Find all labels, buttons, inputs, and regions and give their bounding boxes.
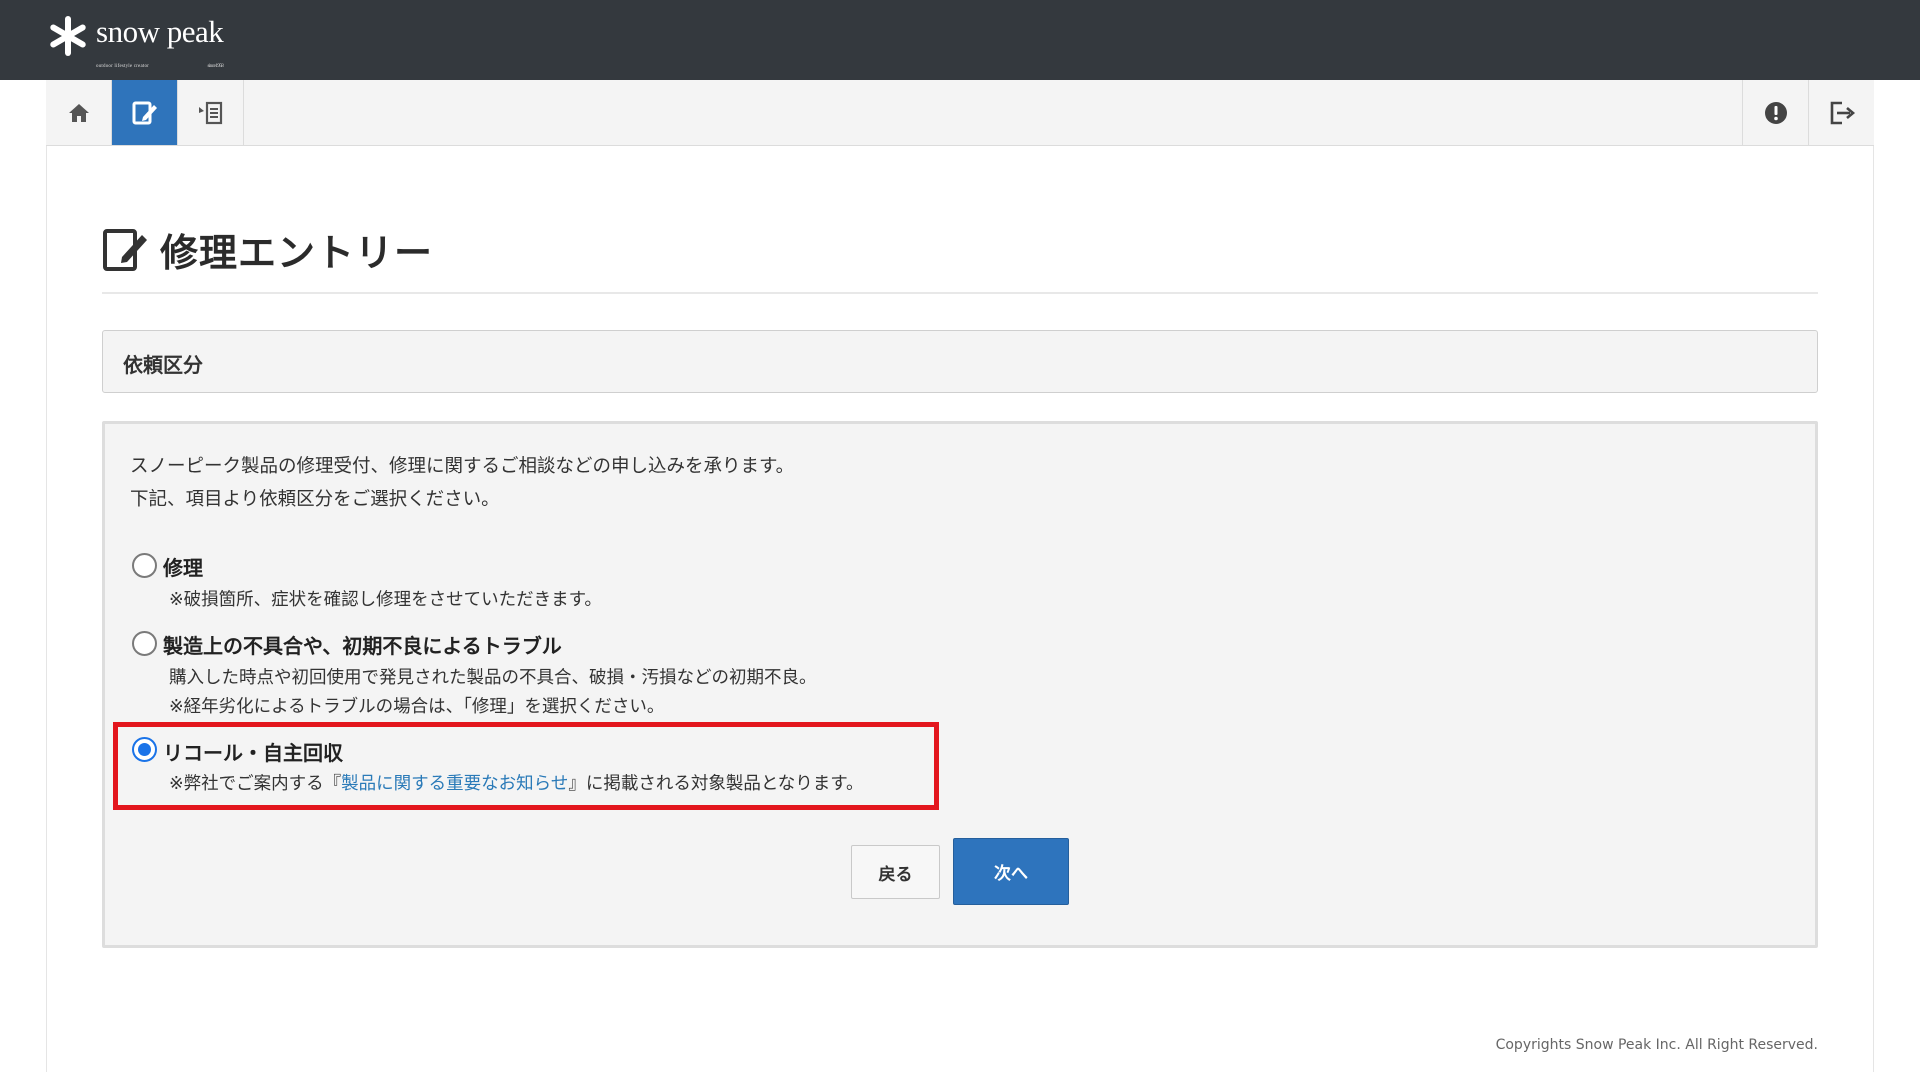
logout-icon xyxy=(1830,101,1855,124)
edit-entry-icon xyxy=(132,101,157,124)
copyright-text: Copyrights Snow Peak Inc. All Right Rese… xyxy=(1495,1037,1818,1053)
recall-desc-prefix: ※弊社でご案内する『 xyxy=(169,774,342,794)
page-heading: 修理エントリー xyxy=(102,222,433,277)
home-icon xyxy=(68,103,89,122)
logo-tagline: outdoor lifestyle creator xyxy=(96,64,150,69)
important-notice-link[interactable]: 製品に関する重要なお知らせ xyxy=(341,774,568,794)
alert-icon xyxy=(1764,101,1787,124)
radio-recall[interactable] xyxy=(132,737,157,762)
option-label-repair[interactable]: 修理 xyxy=(163,552,203,581)
radio-defect[interactable] xyxy=(132,631,157,656)
option-desc-repair: ※破損箇所、症状を確認し修理をさせていただきます。 xyxy=(169,590,602,610)
edit-entry-icon xyxy=(103,228,147,271)
option-desc-defect-1: 購入した時点や初回使用で発見された製品の不具合、破損・汚損などの初期不良。 xyxy=(169,668,817,688)
intro-line-2: 下記、項目より依頼区分をご選択ください。 xyxy=(130,489,500,510)
radio-repair[interactable] xyxy=(132,553,157,578)
snowflake-logo-icon xyxy=(48,16,88,56)
repair-entry-button[interactable] xyxy=(112,80,178,145)
list-entry-icon xyxy=(198,101,222,124)
recall-desc-suffix: 』に掲載される対象製品となります。 xyxy=(568,774,864,794)
home-button[interactable] xyxy=(46,80,112,145)
snow-peak-logo[interactable]: snow peak outdoor lifestyle creator sinc… xyxy=(48,14,224,69)
option-desc-defect-2: ※経年劣化によるトラブルの場合は、「修理」を選択ください。 xyxy=(169,697,665,717)
logo-text: snow peak xyxy=(96,14,224,49)
title-divider xyxy=(102,292,1818,294)
logo-since: since1958 xyxy=(207,64,224,69)
entry-list-button[interactable] xyxy=(178,80,244,145)
back-button[interactable]: 戻る xyxy=(851,845,940,899)
intro-line-1: スノーピーク製品の修理受付、修理に関するご相談などの申し込みを承ります。 xyxy=(130,456,795,477)
notice-button[interactable] xyxy=(1742,80,1808,145)
top-header: snow peak outdoor lifestyle creator sinc… xyxy=(0,0,1920,80)
section-header: 依頼区分 xyxy=(102,330,1818,393)
option-label-recall[interactable]: リコール・自主回収 xyxy=(163,737,343,766)
option-desc-recall: ※弊社でご案内する『製品に関する重要なお知らせ』に掲載される対象製品となります。 xyxy=(169,770,864,795)
nav-toolbar xyxy=(46,80,1874,146)
section-title: 依頼区分 xyxy=(123,353,203,377)
option-label-defect[interactable]: 製造上の不具合や、初期不良によるトラブル xyxy=(163,630,562,659)
page-title: 修理エントリー xyxy=(160,231,434,275)
next-button[interactable]: 次へ xyxy=(953,838,1069,905)
logout-button[interactable] xyxy=(1808,80,1874,145)
selection-highlight-box xyxy=(113,722,939,810)
